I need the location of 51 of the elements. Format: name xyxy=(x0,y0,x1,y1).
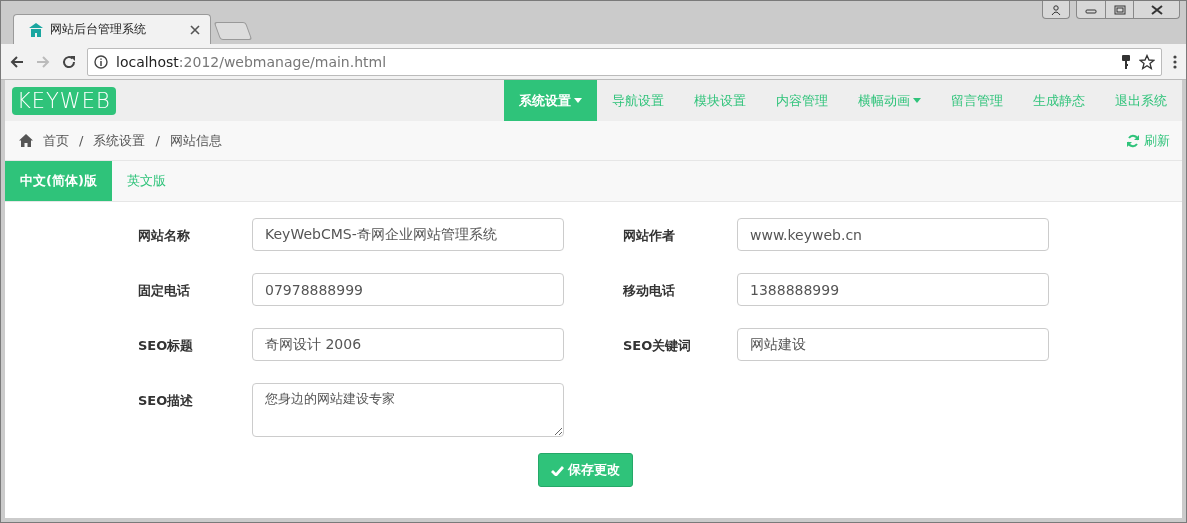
refresh-icon xyxy=(1126,133,1140,148)
back-icon[interactable] xyxy=(9,53,25,70)
nav-item[interactable]: 横幅动画 xyxy=(843,80,936,121)
info-icon xyxy=(94,54,108,69)
field-label: 移动电话 xyxy=(623,282,676,300)
language-tab[interactable]: 英文版 xyxy=(111,161,181,201)
home-icon xyxy=(19,134,33,147)
input-field[interactable]: 网站建设 xyxy=(737,328,1049,361)
refresh-link[interactable]: 刷新 xyxy=(1126,131,1170,150)
nav-item[interactable]: 退出系统 xyxy=(1100,80,1182,121)
save-button[interactable]: 保存更改 xyxy=(538,453,633,487)
nav-item[interactable]: 模块设置 xyxy=(679,80,761,121)
text-area[interactable]: 您身边的网站建设专家 xyxy=(252,383,564,437)
input-field[interactable]: 07978888999 xyxy=(252,273,564,306)
close-icon[interactable] xyxy=(190,24,200,35)
close-icon[interactable] xyxy=(1150,4,1163,15)
breadcrumb-separator: / xyxy=(79,133,84,148)
breadcrumb-separator: / xyxy=(155,133,160,148)
field-label: SEO描述 xyxy=(138,392,195,410)
menu-icon[interactable] xyxy=(1172,53,1178,70)
breadcrumb-item: 网站信息 xyxy=(169,131,222,150)
language-tab[interactable]: 中文(简体)版 xyxy=(5,161,112,201)
nav-item[interactable]: 留言管理 xyxy=(936,80,1018,121)
tab-title: 网站后台管理系统 xyxy=(50,21,147,38)
nav-item[interactable]: 生成静态 xyxy=(1018,80,1100,121)
maximize-icon[interactable] xyxy=(1113,4,1126,15)
field-label: 网站作者 xyxy=(623,227,676,245)
house-icon xyxy=(28,21,44,38)
url-text: localhost:2012/webmanage/main.html xyxy=(116,53,388,70)
breadcrumb-item[interactable]: 首页 xyxy=(43,131,69,150)
check-icon xyxy=(551,464,564,476)
key-icon xyxy=(1121,53,1131,70)
field-label: SEO标题 xyxy=(138,337,195,355)
field-label: SEO关键词 xyxy=(623,337,693,355)
nav-item[interactable]: 系统设置 xyxy=(504,80,597,121)
breadcrumb-item[interactable]: 系统设置 xyxy=(93,131,146,150)
browser-tab[interactable]: 网站后台管理系统 xyxy=(13,14,211,44)
field-label: 网站名称 xyxy=(138,227,191,245)
input-field[interactable]: 1388888999 xyxy=(737,273,1049,306)
input-field[interactable]: KeyWebCMS-奇网企业网站管理系统 xyxy=(252,218,564,251)
person-icon xyxy=(1051,4,1061,15)
nav-item[interactable]: 内容管理 xyxy=(761,80,843,121)
address-bar[interactable]: localhost:2012/webmanage/main.html xyxy=(87,47,1162,76)
logo[interactable]: KEYWEB xyxy=(12,86,116,115)
input-field[interactable]: www.keyweb.cn xyxy=(737,218,1049,251)
field-label: 固定电话 xyxy=(138,282,191,300)
reload-icon[interactable] xyxy=(61,53,77,70)
nav-item[interactable]: 导航设置 xyxy=(597,80,679,121)
star-icon[interactable] xyxy=(1139,53,1155,70)
input-field[interactable]: 奇网设计 2006 xyxy=(252,328,564,361)
profile-button[interactable] xyxy=(1042,1,1070,19)
